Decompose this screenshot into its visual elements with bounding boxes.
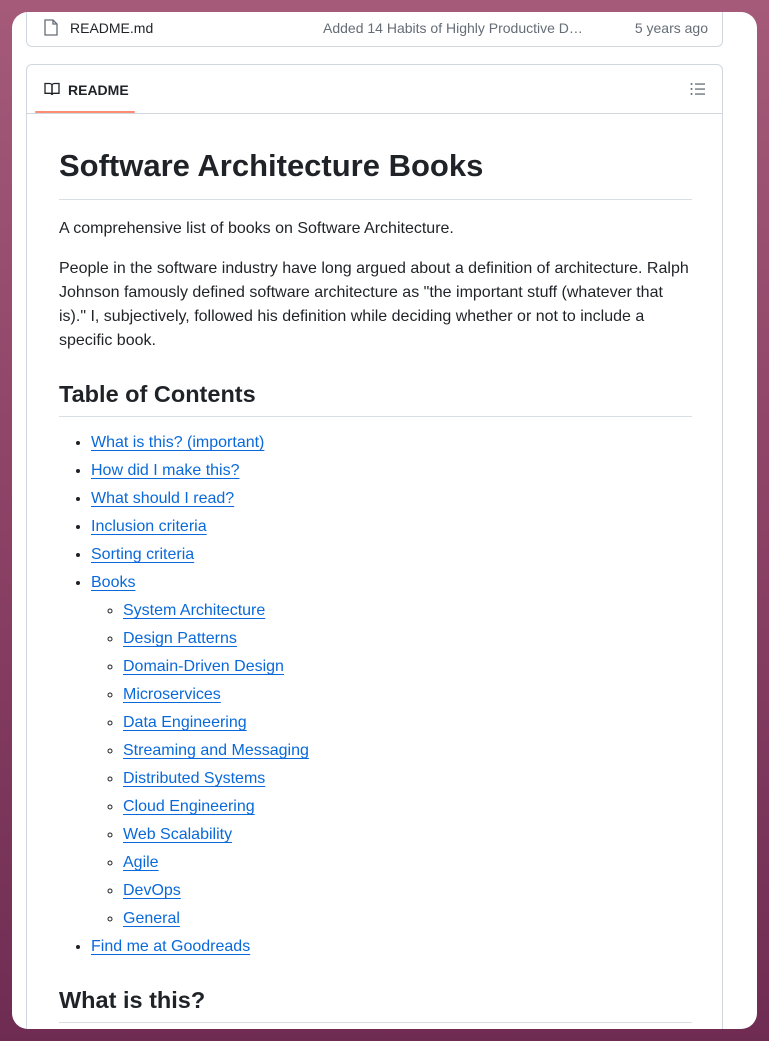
list-item: Web Scalability (123, 823, 692, 847)
file-name-link[interactable]: README.md (70, 20, 153, 36)
toc-list: What is this? (important) How did I make… (59, 431, 692, 959)
list-item: Design Patterns (123, 627, 692, 651)
list-item: Find me at Goodreads (91, 935, 692, 959)
list-item: Microservices (123, 683, 692, 707)
readme-panel: README Software Architecture Books A com… (26, 64, 723, 1029)
readme-content: Software Architecture Books A comprehens… (59, 125, 692, 1023)
list-item: Agile (123, 851, 692, 875)
toc-link-general[interactable]: General (123, 910, 180, 927)
books-sublist: System Architecture Design Patterns Doma… (91, 599, 692, 931)
readme-header: README (27, 65, 722, 114)
toc-link-web-scalability[interactable]: Web Scalability (123, 826, 232, 843)
toc-heading: Table of Contents (59, 379, 692, 417)
window-frame: README.md Added 14 Habits of Highly Prod… (12, 12, 757, 1029)
list-item: What is this? (important) (91, 431, 692, 455)
toc-link-what-is-this[interactable]: What is this? (important) (91, 434, 264, 451)
section-heading-what-is-this: What is this? (59, 985, 692, 1023)
commit-age: 5 years ago (634, 20, 708, 36)
toc-link-goodreads[interactable]: Find me at Goodreads (91, 938, 250, 955)
tab-readme[interactable]: README (68, 82, 129, 98)
list-item: Books System Architecture Design Pattern… (91, 571, 692, 931)
toc-link-design-patterns[interactable]: Design Patterns (123, 630, 237, 647)
toc-link-what-should-i-read[interactable]: What should I read? (91, 490, 234, 507)
page-title: Software Architecture Books (59, 125, 692, 200)
toc-link-how-did-i-make-this[interactable]: How did I make this? (91, 462, 240, 479)
list-item: What should I read? (91, 487, 692, 511)
list-item: Sorting criteria (91, 543, 692, 567)
list-item: DevOps (123, 879, 692, 903)
list-item: General (123, 907, 692, 931)
toc-link-sorting-criteria[interactable]: Sorting criteria (91, 546, 194, 563)
book-icon (44, 82, 60, 96)
commit-message-link[interactable]: Added 14 Habits of Highly Productive D… (323, 20, 583, 36)
toc-link-distributed-systems[interactable]: Distributed Systems (123, 770, 265, 787)
toc-link-data-engineering[interactable]: Data Engineering (123, 714, 247, 731)
list-item: Distributed Systems (123, 767, 692, 791)
toc-link-agile[interactable]: Agile (123, 854, 159, 871)
list-item: How did I make this? (91, 459, 692, 483)
list-unordered-icon[interactable] (690, 82, 706, 96)
list-item: Cloud Engineering (123, 795, 692, 819)
list-item: Streaming and Messaging (123, 739, 692, 763)
description-text: People in the software industry have lon… (59, 260, 689, 349)
file-icon (44, 19, 58, 36)
toc-link-inclusion-criteria[interactable]: Inclusion criteria (91, 518, 207, 535)
intro-text: A comprehensive list of books on Softwar… (59, 220, 454, 237)
toc-link-microservices[interactable]: Microservices (123, 686, 221, 703)
toc-link-cloud-engineering[interactable]: Cloud Engineering (123, 798, 255, 815)
tab-active-indicator (35, 111, 135, 113)
file-row[interactable]: README.md Added 14 Habits of Highly Prod… (26, 12, 723, 47)
toc-link-devops[interactable]: DevOps (123, 882, 181, 899)
list-item: Inclusion criteria (91, 515, 692, 539)
list-item: Data Engineering (123, 711, 692, 735)
toc-link-domain-driven-design[interactable]: Domain-Driven Design (123, 658, 284, 675)
list-item: Domain-Driven Design (123, 655, 692, 679)
toc-link-streaming-and-messaging[interactable]: Streaming and Messaging (123, 742, 309, 759)
list-item: System Architecture (123, 599, 692, 623)
toc-link-system-architecture[interactable]: System Architecture (123, 602, 265, 619)
toc-link-books[interactable]: Books (91, 574, 135, 591)
